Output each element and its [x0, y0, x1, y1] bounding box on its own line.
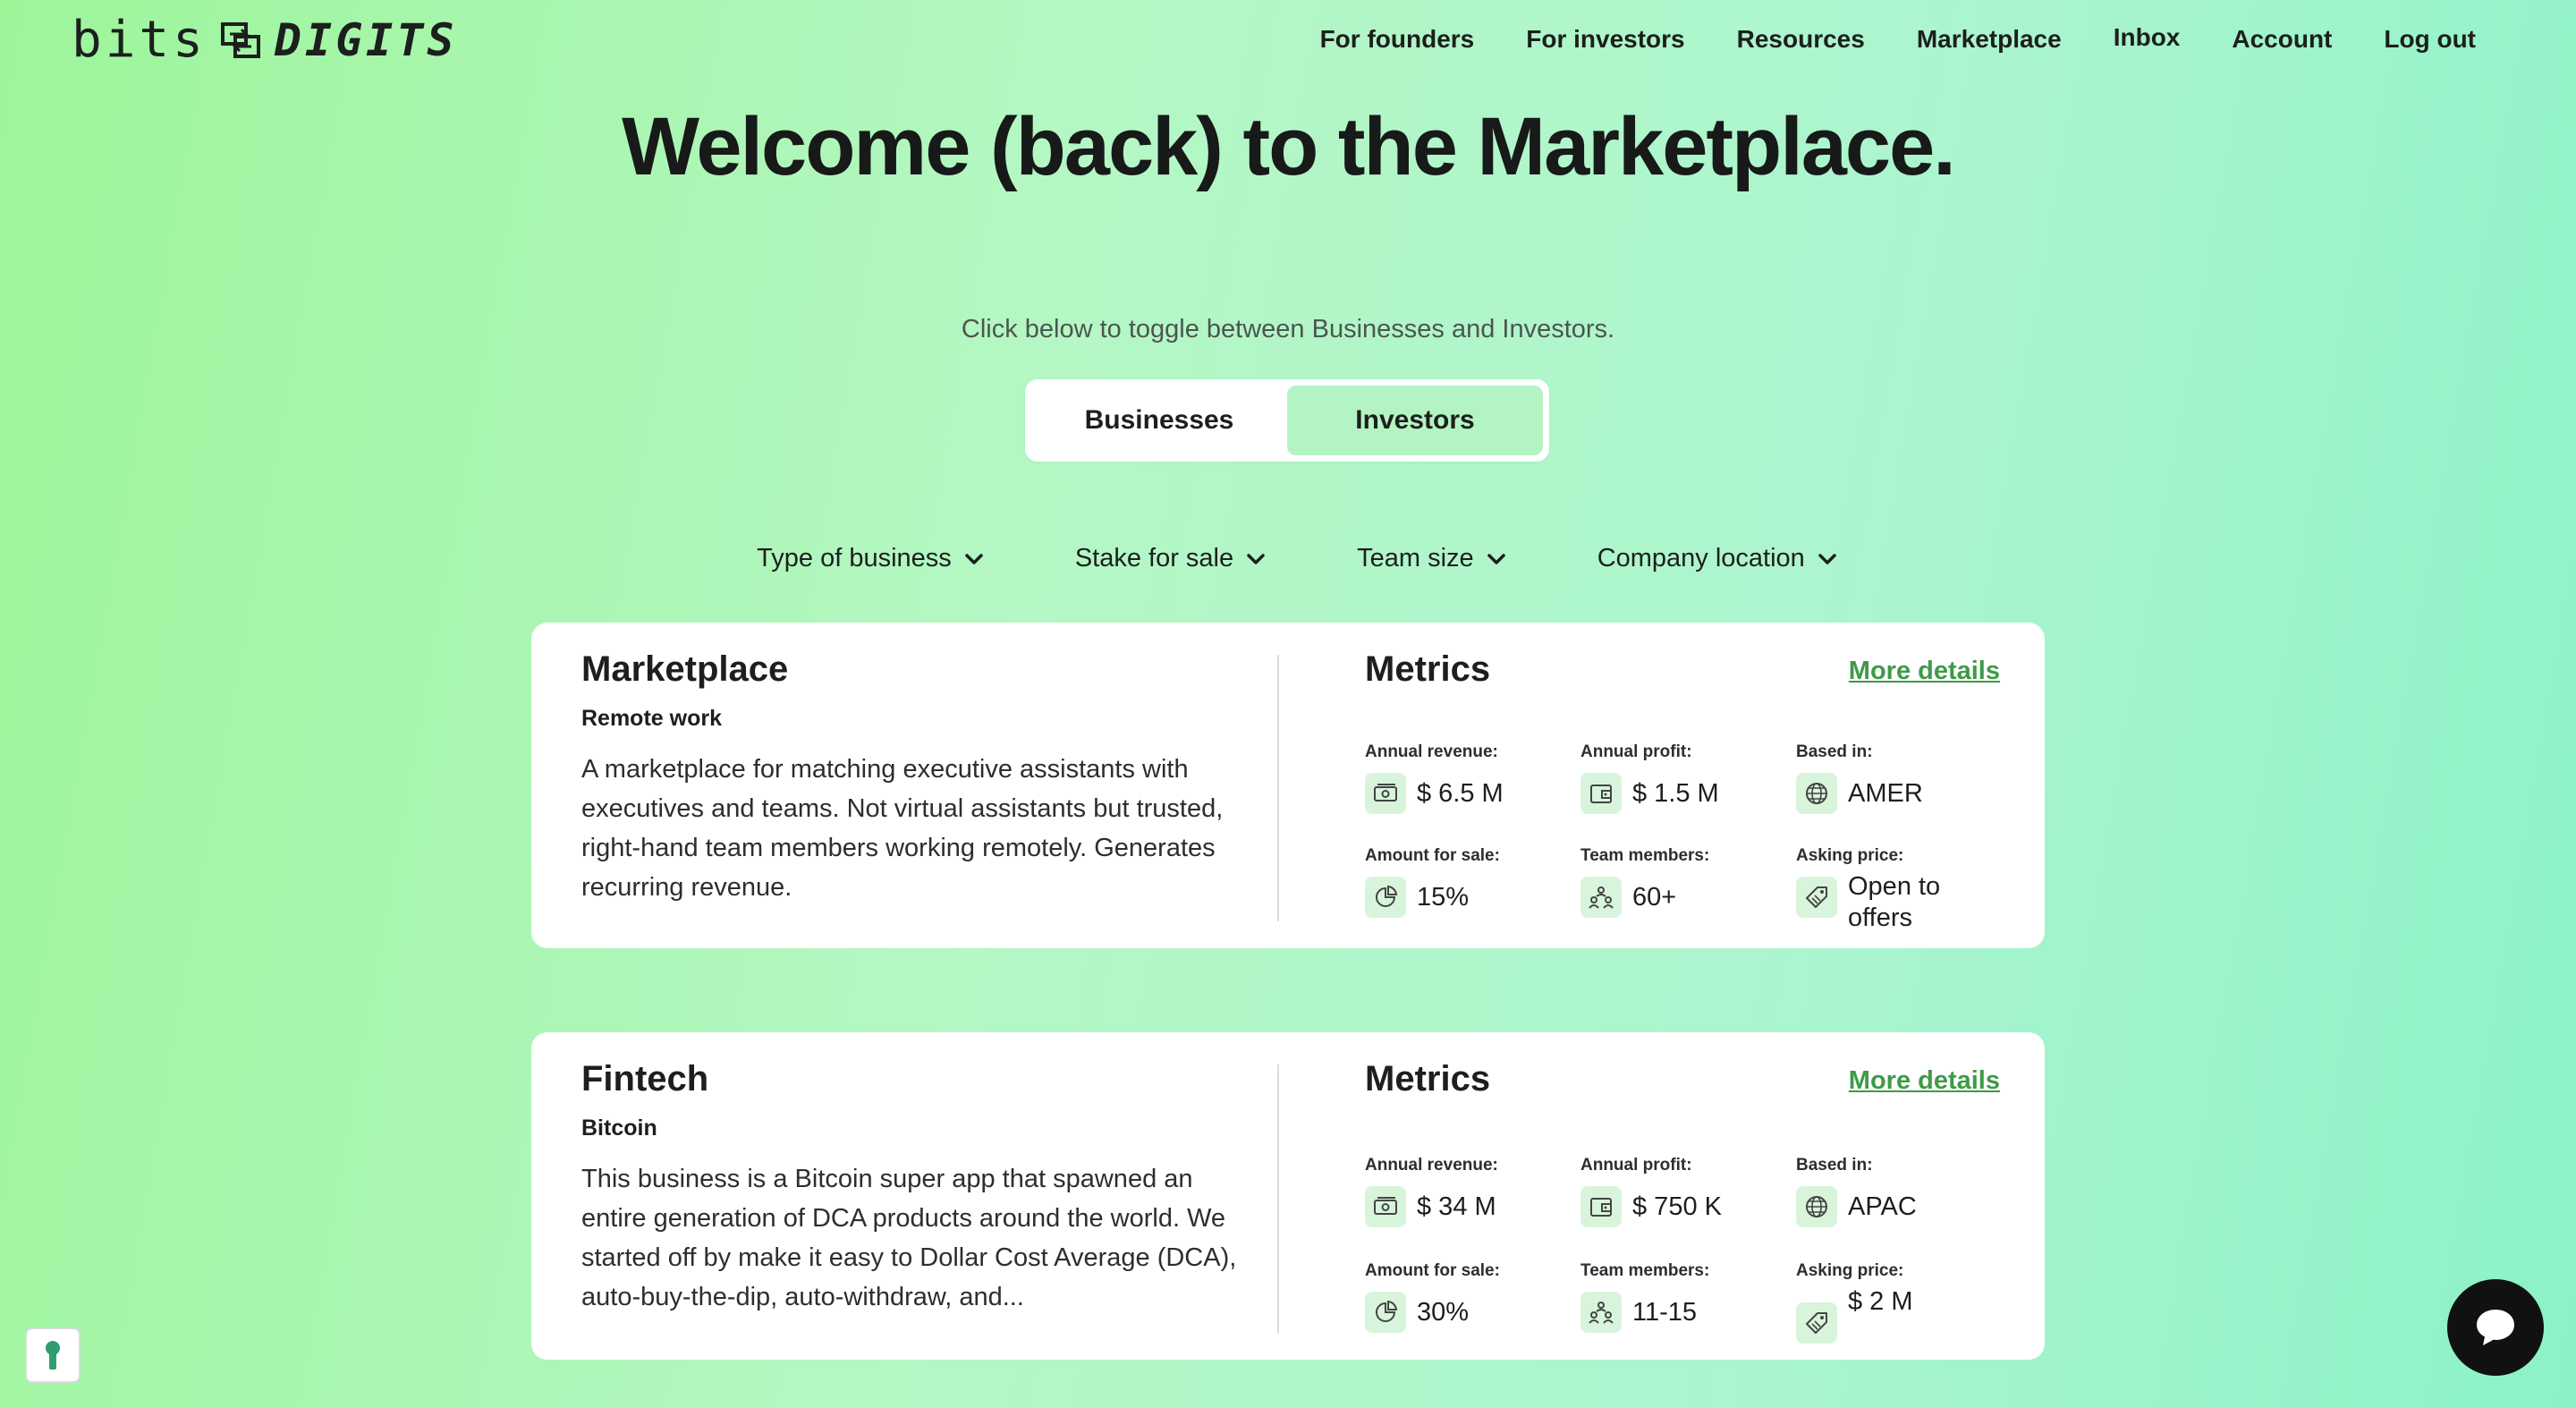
metric-team-members: Team members: 11-15	[1580, 1261, 1786, 1333]
chevron-down-icon	[1247, 553, 1265, 564]
filter-type-of-business[interactable]: Type of business	[757, 544, 984, 573]
globe-icon	[1796, 1186, 1837, 1227]
cookie-settings-button[interactable]	[25, 1327, 80, 1383]
nav-log-out[interactable]: Log out	[2384, 25, 2476, 54]
metric-value: $ 1.5 M	[1632, 778, 1719, 808]
nav-inbox[interactable]: Inbox	[2114, 23, 2181, 52]
metric-team-members: Team members: 60+	[1580, 846, 1786, 918]
listing-name: Fintech	[581, 1059, 709, 1098]
wallet-icon	[1580, 1186, 1622, 1227]
metric-label: Annual revenue:	[1365, 1156, 1498, 1175]
keyhole-icon	[46, 1341, 60, 1370]
metric-annual-revenue: Annual revenue: $ 6.5 M	[1365, 742, 1571, 814]
more-details-link[interactable]: More details	[1849, 657, 2000, 686]
nav-marketplace[interactable]: Marketplace	[1917, 25, 2062, 54]
metric-label: Team members:	[1580, 846, 1710, 865]
page-title: Welcome (back) to the Marketplace.	[622, 101, 1956, 192]
metric-value: $ 2 M	[1848, 1287, 1913, 1316]
chevron-down-icon	[1487, 553, 1505, 564]
metric-asking-price: Asking price: $ 2 M	[1796, 1261, 2002, 1344]
chat-bubble-icon	[2477, 1310, 2514, 1345]
filter-bar: Type of business Stake for sale Team siz…	[0, 544, 2576, 573]
logo-text-digits: DIGITS	[274, 13, 458, 66]
metric-value: $ 750 K	[1632, 1192, 1722, 1221]
cash-icon	[1365, 773, 1406, 814]
chevron-down-icon	[965, 553, 983, 564]
metric-based-in: Based in: AMER	[1796, 742, 2002, 814]
page-subtitle: Click below to toggle between Businesses…	[961, 315, 1615, 344]
listing-name: Marketplace	[581, 649, 789, 689]
listing-card: Marketplace Remote work A marketplace fo…	[531, 623, 2045, 948]
metric-asking-price: Asking price: Open to offers	[1796, 846, 2002, 934]
wallet-icon	[1580, 773, 1622, 814]
pie-chart-icon	[1365, 877, 1406, 918]
listing-description: This business is a Bitcoin super app tha…	[581, 1165, 1237, 1311]
nav-for-investors[interactable]: For investors	[1526, 25, 1684, 54]
filter-stake-for-sale[interactable]: Stake for sale	[1075, 544, 1266, 573]
main-nav: For founders For investors Resources Mar…	[1320, 23, 2476, 54]
metric-value: Open to offers	[1848, 872, 1941, 932]
chevron-down-icon	[1818, 553, 1836, 564]
metric-label: Annual profit:	[1580, 742, 1692, 761]
price-tag-icon	[1796, 877, 1837, 918]
metric-label: Asking price:	[1796, 1261, 1904, 1280]
listing-summary: Marketplace Remote work A marketplace fo…	[581, 649, 1243, 907]
metric-label: Based in:	[1796, 1156, 1873, 1175]
logo[interactable]: bits DIGITS	[72, 11, 457, 69]
chat-widget-button[interactable]	[2447, 1279, 2544, 1376]
metric-label: Amount for sale:	[1365, 1261, 1500, 1280]
business-investor-toggle: Businesses Investors	[1025, 379, 1549, 462]
metric-value: $ 34 M	[1417, 1192, 1496, 1221]
filter-label: Company location	[1597, 544, 1805, 573]
toggle-businesses-button[interactable]: Businesses	[1031, 386, 1287, 455]
metric-label: Amount for sale:	[1365, 846, 1500, 865]
nav-for-founders[interactable]: For founders	[1320, 25, 1475, 54]
metric-value: 11-15	[1632, 1297, 1698, 1327]
listing-card: Fintech Bitcoin This business is a Bitco…	[531, 1032, 2045, 1360]
nav-resources[interactable]: Resources	[1737, 25, 1865, 54]
metric-value: 60+	[1632, 882, 1677, 912]
metric-value: APAC	[1848, 1192, 1917, 1221]
exchange-icon	[220, 21, 260, 58]
card-divider	[1277, 1064, 1279, 1333]
team-icon	[1580, 877, 1622, 918]
logo-text-bits: bits	[72, 11, 207, 69]
metric-amount-for-sale: Amount for sale: 30%	[1365, 1261, 1571, 1333]
metric-label: Based in:	[1796, 742, 1873, 761]
team-icon	[1580, 1292, 1622, 1333]
globe-icon	[1796, 773, 1837, 814]
metric-amount-for-sale: Amount for sale: 15%	[1365, 846, 1571, 918]
metric-annual-profit: Annual profit: $ 750 K	[1580, 1156, 1786, 1227]
metric-label: Annual profit:	[1580, 1156, 1692, 1175]
filter-team-size[interactable]: Team size	[1357, 544, 1506, 573]
filter-label: Team size	[1357, 544, 1474, 573]
metric-label: Annual revenue:	[1365, 742, 1498, 761]
metric-value: $ 6.5 M	[1417, 778, 1504, 808]
metric-based-in: Based in: APAC	[1796, 1156, 2002, 1227]
card-divider	[1277, 655, 1279, 921]
toggle-investors-button[interactable]: Investors	[1287, 386, 1543, 455]
pie-chart-icon	[1365, 1292, 1406, 1333]
listing-summary: Fintech Bitcoin This business is a Bitco…	[581, 1059, 1243, 1317]
metric-annual-revenue: Annual revenue: $ 34 M	[1365, 1156, 1571, 1227]
metric-value: AMER	[1848, 778, 1923, 808]
metric-annual-profit: Annual profit: $ 1.5 M	[1580, 742, 1786, 814]
listing-category: Remote work	[581, 706, 722, 731]
filter-label: Stake for sale	[1074, 544, 1234, 573]
listing-description: A marketplace for matching executive ass…	[581, 755, 1224, 902]
more-details-link[interactable]: More details	[1849, 1066, 2000, 1096]
metric-value: 15%	[1417, 882, 1470, 912]
listing-metrics: Metrics More details Annual revenue: $ 3…	[1365, 1059, 2000, 1344]
price-tag-icon	[1796, 1302, 1837, 1344]
cash-icon	[1365, 1186, 1406, 1227]
metric-label: Team members:	[1580, 1261, 1710, 1280]
listing-category: Bitcoin	[581, 1115, 657, 1141]
nav-account[interactable]: Account	[2232, 25, 2332, 54]
metric-label: Asking price:	[1796, 846, 1904, 865]
metric-value: 30%	[1417, 1297, 1470, 1327]
listing-metrics: Metrics More details Annual revenue: $ 6…	[1365, 649, 2000, 932]
filter-label: Type of business	[757, 544, 952, 573]
filter-company-location[interactable]: Company location	[1597, 544, 1837, 573]
